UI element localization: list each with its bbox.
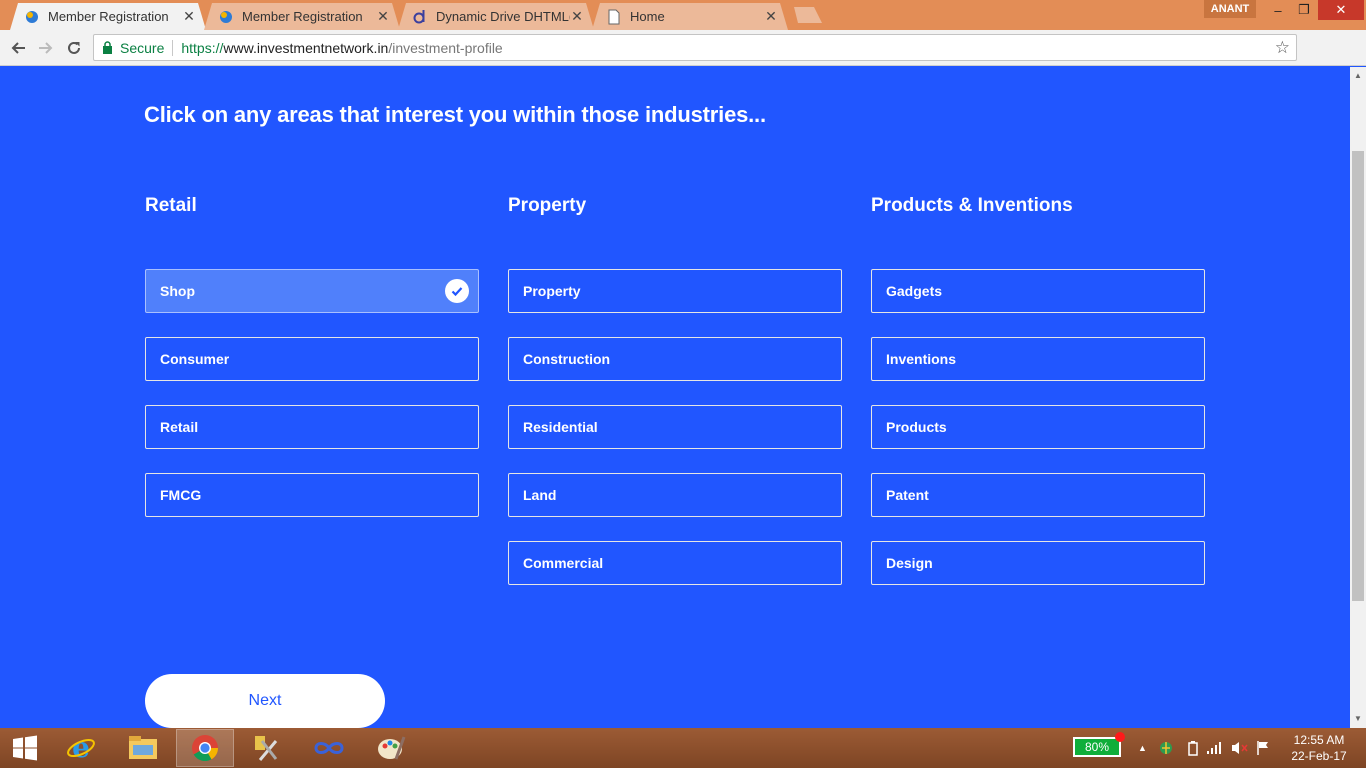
next-button[interactable]: Next: [145, 674, 385, 728]
column-title: Property: [508, 195, 587, 216]
scrollbar-thumb[interactable]: [1352, 151, 1364, 601]
option-label: Retail: [160, 419, 199, 435]
close-tab-icon[interactable]: ✕: [570, 8, 584, 25]
option-construction[interactable]: Construction: [508, 337, 842, 381]
option-label: Consumer: [160, 351, 230, 367]
option-inventions[interactable]: Inventions: [871, 337, 1205, 381]
tools-icon[interactable]: [238, 729, 296, 767]
option-land[interactable]: Land: [508, 473, 842, 517]
option-property[interactable]: Property: [508, 269, 842, 313]
signal-bars-icon[interactable]: [1206, 728, 1222, 768]
option-label: Property: [523, 283, 581, 299]
lock-icon: [102, 41, 114, 54]
battery-indicator[interactable]: 80%: [1073, 732, 1125, 757]
speaker-muted-icon[interactable]: [1230, 728, 1248, 768]
address-bar[interactable]: Secure https:// www.investmentnetwork.in…: [93, 34, 1297, 61]
system-clock[interactable]: 12:55 AM 22-Feb-17: [1284, 732, 1354, 764]
bookmark-star-icon[interactable]: ☆: [1275, 38, 1290, 58]
option-residential[interactable]: Residential: [508, 405, 842, 449]
close-tab-icon[interactable]: ✕: [182, 8, 196, 25]
option-products[interactable]: Products: [871, 405, 1205, 449]
notification-dot: [1115, 732, 1125, 742]
option-label: FMCG: [160, 487, 202, 503]
new-tab-button[interactable]: [790, 7, 822, 23]
blue-globe-icon: [24, 9, 40, 25]
reload-icon[interactable]: [62, 36, 86, 60]
profile-name-badge[interactable]: ANANT: [1204, 0, 1256, 18]
option-label: Commercial: [523, 555, 604, 571]
option-label: Residential: [523, 419, 598, 435]
url-host: www.investmentnetwork.in: [223, 39, 389, 56]
option-label: Gadgets: [886, 283, 943, 299]
document-icon: [606, 9, 622, 25]
clock-date: 22-Feb-17: [1291, 749, 1347, 763]
scroll-up-arrow-icon[interactable]: ▲: [1354, 71, 1362, 80]
browser-tab-member-registration-1[interactable]: Member Registration ✕: [10, 3, 206, 30]
action-center-flag-icon[interactable]: [1256, 728, 1270, 768]
back-arrow-icon[interactable]: [6, 36, 30, 60]
file-explorer-icon[interactable]: [114, 729, 172, 767]
option-retail[interactable]: Retail: [145, 405, 479, 449]
tab-title: Member Registration: [242, 9, 363, 24]
battery-percent: 80%: [1084, 740, 1110, 754]
svg-text:e: e: [72, 733, 90, 763]
windows-taskbar: e 80% ▲ 12:55 AM 22-Feb-17: [0, 728, 1366, 768]
option-label: Products: [886, 419, 947, 435]
restore-icon[interactable]: ❐: [1290, 0, 1318, 20]
column-title: Retail: [145, 195, 197, 216]
option-label: Construction: [523, 351, 611, 367]
secure-label: Secure: [120, 39, 165, 56]
clock-time: 12:55 AM: [1293, 733, 1345, 747]
option-commercial[interactable]: Commercial: [508, 541, 842, 585]
network-globe-icon[interactable]: [1158, 728, 1174, 768]
chrome-icon[interactable]: [176, 729, 234, 767]
blue-globe-icon: [218, 9, 234, 25]
scroll-down-arrow-icon[interactable]: ▼: [1354, 714, 1362, 723]
power-plug-icon[interactable]: [1186, 728, 1200, 768]
page-heading: Click on any areas that interest you wit…: [144, 102, 766, 127]
option-shop[interactable]: Shop: [145, 269, 479, 313]
close-tab-icon[interactable]: ✕: [376, 8, 390, 25]
page-scrollbar[interactable]: ▲ ▼: [1350, 67, 1366, 728]
browser-toolbar: Secure https:// www.investmentnetwork.in…: [0, 30, 1366, 87]
tab-title: Home: [630, 9, 665, 24]
forward-arrow-icon[interactable]: [34, 36, 58, 60]
internet-explorer-icon[interactable]: e: [52, 729, 110, 767]
option-label: Shop: [160, 283, 195, 299]
option-consumer[interactable]: Consumer: [145, 337, 479, 381]
show-hidden-icons-icon[interactable]: ▲: [1138, 728, 1147, 768]
tab-title: Member Registration: [48, 9, 169, 24]
browser-tab-home[interactable]: Home ✕: [592, 3, 788, 30]
option-design[interactable]: Design: [871, 541, 1205, 585]
option-label: Design: [886, 555, 933, 571]
divider: [172, 39, 174, 56]
option-gadgets[interactable]: Gadgets: [871, 269, 1205, 313]
browser-tab-dynamic-drive[interactable]: Dynamic Drive DHTML(d ✕: [398, 3, 594, 30]
option-label: Land: [523, 487, 557, 503]
url-path: /investment-profile: [388, 39, 503, 56]
windows-start-icon[interactable]: [0, 729, 50, 767]
industry-column-retail: Retail Shop Consumer Retail FMCG: [145, 195, 479, 541]
column-title: Products & Inventions: [871, 195, 1073, 216]
close-tab-icon[interactable]: ✕: [764, 8, 778, 25]
page-content: Click on any areas that interest you wit…: [0, 67, 1350, 728]
close-window-icon[interactable]: ✕: [1318, 0, 1364, 20]
minimize-icon[interactable]: –: [1264, 0, 1292, 20]
dynamic-drive-icon: [412, 9, 428, 25]
tab-strip: Member Registration ✕ Member Registratio…: [0, 0, 1366, 30]
option-label: Patent: [886, 487, 929, 503]
browser-tab-member-registration-2[interactable]: Member Registration ✕: [204, 3, 400, 30]
option-fmcg[interactable]: FMCG: [145, 473, 479, 517]
url-scheme: https://: [181, 39, 224, 56]
industry-column-products-inventions: Products & Inventions Gadgets Inventions…: [871, 195, 1205, 609]
infinity-app-icon[interactable]: [300, 729, 358, 767]
tab-title: Dynamic Drive DHTML(d: [436, 9, 570, 24]
option-patent[interactable]: Patent: [871, 473, 1205, 517]
industry-column-property: Property Property Construction Residenti…: [508, 195, 842, 609]
paint-icon[interactable]: [362, 729, 420, 767]
option-label: Inventions: [886, 351, 957, 367]
checkmark-icon: [445, 279, 469, 303]
